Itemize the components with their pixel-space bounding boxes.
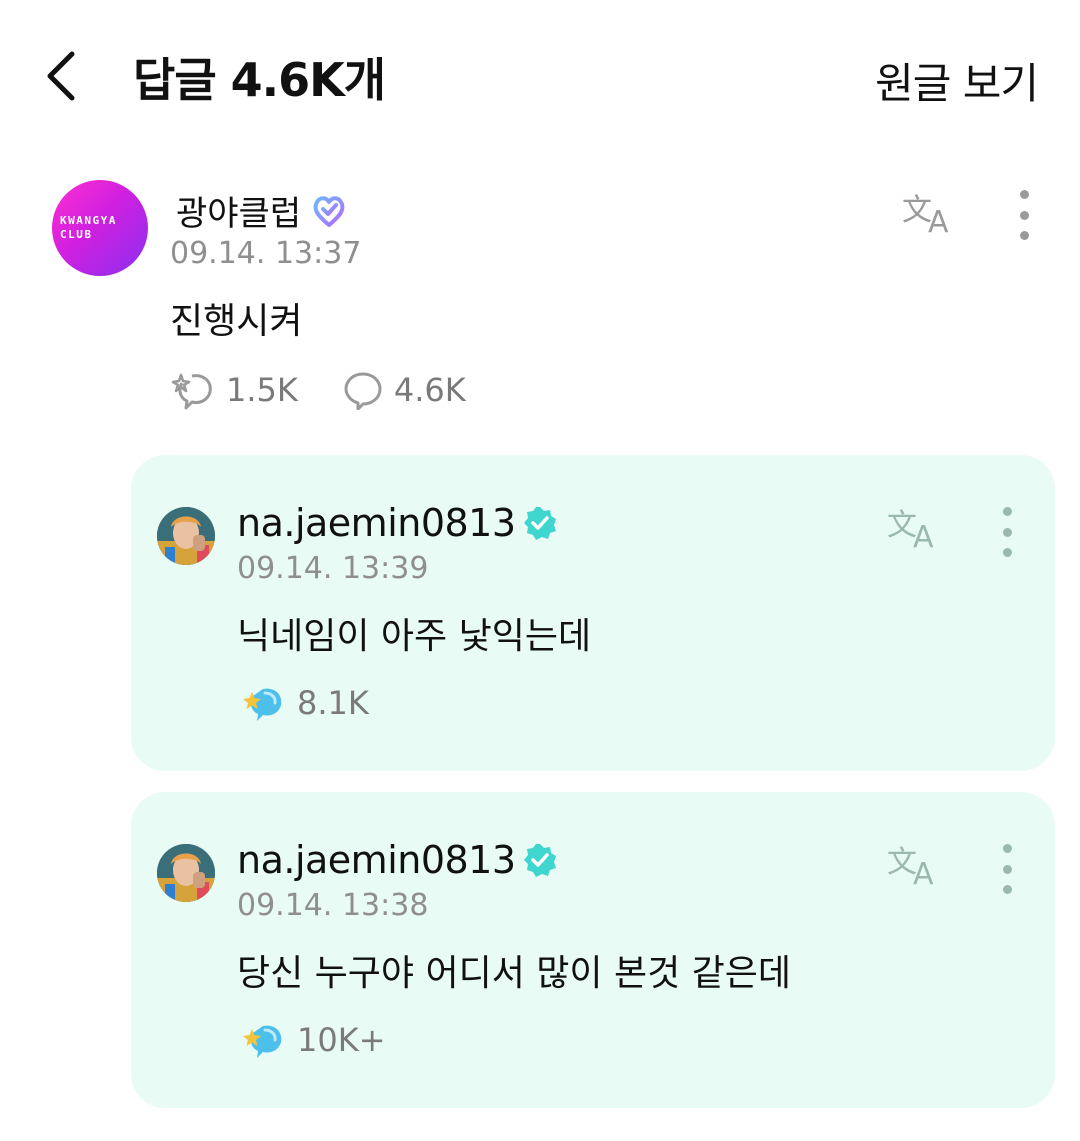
more-options-button[interactable] <box>1014 190 1034 240</box>
reaction-count: 1.5K <box>226 371 298 409</box>
comment-timestamp: 09.14. 13:38 <box>237 888 429 923</box>
avatar[interactable]: KWANGYA CLUB <box>52 180 148 276</box>
author-name[interactable]: 광야클럽 <box>176 186 347 235</box>
more-options-button[interactable] <box>997 507 1017 557</box>
verified-badge-icon <box>313 195 345 227</box>
reaction-button[interactable]: 1.5K <box>170 370 298 410</box>
more-dot <box>1002 527 1012 537</box>
svg-text:A: A <box>928 205 949 238</box>
more-dot <box>1002 548 1012 557</box>
svg-text:A: A <box>913 857 934 890</box>
translate-icon[interactable]: 文 A <box>902 190 958 238</box>
author-name[interactable]: na.jaemin0813 <box>237 501 558 545</box>
more-vertical-icon <box>1002 507 1012 516</box>
comment-bubble-icon <box>344 372 382 410</box>
reply-card: na.jaemin0813 09.14. 13:39 닉네임이 아주 낯익는데 … <box>131 455 1055 771</box>
comment-text: 진행시켜 <box>170 301 303 342</box>
comment-count: 4.6K <box>393 371 466 409</box>
author-label: 광야클럽 <box>176 194 302 234</box>
author-label: na.jaemin0813 <box>237 501 516 545</box>
verified-badge-icon <box>523 507 556 540</box>
comment-button[interactable]: 4.6K <box>342 370 466 410</box>
author-label: na.jaemin0813 <box>237 838 516 882</box>
sparkle-bubble-icon <box>171 373 212 410</box>
translate-icon[interactable]: 文 A <box>887 842 943 890</box>
more-dot <box>1002 885 1012 894</box>
reaction-button[interactable]: 10K+ <box>241 1020 386 1060</box>
more-vertical-icon <box>1002 844 1012 853</box>
comment-timestamp: 09.14. 13:39 <box>237 551 429 586</box>
more-dot <box>1019 231 1029 240</box>
author-name[interactable]: na.jaemin0813 <box>237 838 558 882</box>
back-button[interactable] <box>40 48 90 104</box>
avatar[interactable] <box>157 507 215 565</box>
sparkle-bubble-icon <box>243 1025 282 1058</box>
view-original-button[interactable]: 원글 보기 <box>875 50 1039 111</box>
avatar-photo <box>157 844 215 902</box>
chevron-left-icon <box>47 51 75 101</box>
avatar-logo-text: KWANGYA <box>60 214 117 227</box>
comment-timestamp: 09.14. 13:37 <box>170 236 362 271</box>
page-title: 답글 4.6K개 <box>133 53 386 107</box>
top-app-bar: 답글 4.6K개 원글 보기 <box>0 0 1080 150</box>
reaction-count: 8.1K <box>297 684 369 722</box>
avatar[interactable] <box>157 844 215 902</box>
more-dot <box>1019 210 1029 220</box>
comment-stats: 1.5K 4.6K <box>170 370 510 410</box>
comment-text: 닉네임이 아주 낯익는데 <box>237 616 592 657</box>
more-dot <box>1002 864 1012 874</box>
reaction-count: 10K+ <box>297 1021 386 1059</box>
svg-text:A: A <box>913 520 934 553</box>
avatar-photo <box>157 507 215 565</box>
avatar-logo-text: CLUB <box>60 228 93 241</box>
comment-text: 당신 누구야 어디서 많이 본것 같은데 <box>237 953 792 994</box>
verified-badge-icon <box>523 844 556 877</box>
translate-icon[interactable]: 文 A <box>887 505 943 553</box>
more-options-button[interactable] <box>997 844 1017 894</box>
reaction-button[interactable]: 8.1K <box>241 683 369 723</box>
original-comment: KWANGYA CLUB 광야클럽 09.14. 13:37 진행시켜 1.5K <box>0 170 1080 430</box>
reply-card: na.jaemin0813 09.14. 13:38 당신 누구야 어디서 많이… <box>131 792 1055 1108</box>
sparkle-bubble-icon <box>243 688 282 721</box>
more-vertical-icon <box>1019 190 1029 199</box>
